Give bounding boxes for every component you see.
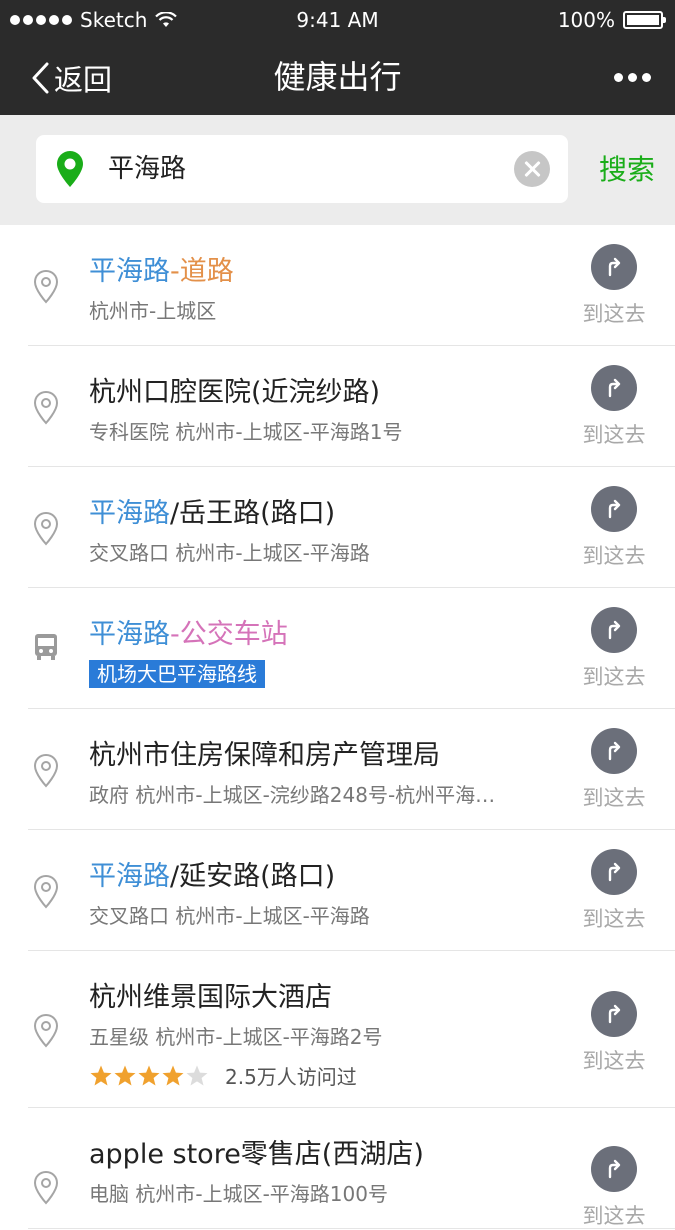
navigate-button[interactable]: 到这去	[581, 1146, 647, 1230]
turn-right-icon	[591, 486, 637, 532]
turn-right-icon	[591, 607, 637, 653]
turn-right-icon	[591, 728, 637, 774]
item-subtitle: 专科医院 杭州市-上城区-平海路1号	[89, 420, 403, 444]
item-title: 平海路/岳王路(路口)	[89, 491, 335, 530]
list-item[interactable]: 杭州口腔医院(近浣纱路) 专科医院 杭州市-上城区-平海路1号 到这去	[28, 346, 675, 467]
more-button[interactable]	[614, 40, 651, 115]
item-title: 平海路-公交车站	[89, 612, 288, 651]
navigate-button[interactable]: 到这去	[581, 991, 647, 1075]
navigate-button[interactable]: 到这去	[581, 607, 647, 691]
more-dot	[614, 73, 623, 82]
list-item[interactable]: 平海路-道路 杭州市-上城区 到这去	[28, 225, 675, 346]
search-area: 平海路 搜索	[0, 115, 675, 225]
list-item[interactable]: 平海路/岳王路(路口) 交叉路口 杭州市-上城区-平海路 到这去	[28, 467, 675, 588]
item-title-rest: -道路	[170, 256, 234, 287]
item-subtitle: 交叉路口 杭州市-上城区-平海路	[89, 541, 370, 565]
navigate-button[interactable]: 到这去	[581, 728, 647, 812]
list-item[interactable]: 杭州市住房保障和房产管理局 政府 杭州市-上城区-浣纱路248号-杭州平海… 到…	[28, 709, 675, 830]
item-title-highlight: 平海路	[89, 256, 170, 287]
bus-icon	[35, 634, 57, 660]
location-pin-icon	[57, 151, 83, 187]
item-title: 平海路/延安路(路口)	[89, 854, 335, 893]
page-title: 健康出行	[273, 58, 402, 96]
item-title: 杭州口腔医院(近浣纱路)	[89, 377, 381, 408]
item-subtitle: 杭州市-上城区	[89, 299, 217, 323]
map-pin-icon	[33, 1013, 59, 1048]
list-item[interactable]: 杭州维景国际大酒店 五星级 杭州市-上城区-平海路2号 2.5万人访问过 到这去	[28, 951, 675, 1108]
item-title-highlight: 平海路	[89, 861, 170, 892]
item-title: 平海路-道路	[89, 249, 234, 288]
turn-right-icon	[591, 1146, 637, 1192]
item-title: 杭州市住房保障和房产管理局	[89, 740, 440, 771]
navigate-label: 到这去	[582, 665, 646, 689]
result-list: 平海路-道路 杭州市-上城区 到这去 杭州口腔医院(近浣纱路) 专科医院 杭州市…	[0, 225, 675, 1229]
map-pin-icon	[33, 874, 59, 909]
list-item[interactable]: 平海路-公交车站 机场大巴平海路线 到这去	[28, 588, 675, 709]
battery-percent: 100%	[557, 8, 615, 32]
clear-icon[interactable]	[514, 151, 550, 187]
list-item[interactable]: 平海路/延安路(路口) 交叉路口 杭州市-上城区-平海路 到这去	[28, 830, 675, 951]
turn-right-icon	[591, 365, 637, 411]
battery-icon	[623, 11, 666, 29]
navigate-label: 到这去	[582, 544, 646, 568]
map-pin-icon	[33, 1170, 59, 1205]
item-title-rest: /延安路(路口)	[170, 861, 336, 892]
turn-right-icon	[591, 244, 637, 290]
item-subtitle: 五星级 杭州市-上城区-平海路2号	[89, 1025, 383, 1049]
search-input[interactable]: 平海路	[108, 135, 186, 203]
status-bar: Sketch 9:41 AM 100%	[0, 0, 675, 40]
map-pin-icon	[33, 511, 59, 546]
navigate-label: 到这去	[582, 423, 646, 447]
map-pin-icon	[33, 753, 59, 788]
navigate-label: 到这去	[582, 1204, 646, 1228]
item-subtitle: 交叉路口 杭州市-上城区-平海路	[89, 904, 370, 928]
search-box[interactable]: 平海路	[36, 135, 568, 203]
item-title: apple store零售店(西湖店)	[89, 1139, 424, 1170]
item-title-highlight: 平海路	[89, 619, 170, 650]
status-right: 100%	[557, 8, 666, 32]
item-title-highlight: 平海路	[89, 498, 170, 529]
item-title-rest: /岳王路(路口)	[170, 498, 336, 529]
item-subtitle: 政府 杭州市-上城区-浣纱路248号-杭州平海…	[89, 783, 496, 807]
more-dot	[628, 73, 637, 82]
navigate-button[interactable]: 到这去	[581, 486, 647, 570]
navigate-label: 到这去	[582, 302, 646, 326]
nav-bar: 返回 健康出行	[0, 40, 675, 115]
map-pin-icon	[33, 390, 59, 425]
turn-right-icon	[591, 991, 637, 1037]
bus-line-tag[interactable]: 机场大巴平海路线	[89, 660, 265, 688]
navigate-label: 到这去	[582, 907, 646, 931]
navigate-button[interactable]: 到这去	[581, 849, 647, 933]
navigate-label: 到这去	[582, 1049, 646, 1073]
navigate-button[interactable]: 到这去	[581, 244, 647, 328]
navigate-button[interactable]: 到这去	[581, 365, 647, 449]
more-dot	[642, 73, 651, 82]
item-title: 杭州维景国际大酒店	[89, 982, 332, 1013]
item-subtitle: 机场大巴平海路线	[89, 660, 265, 688]
star-rating-icon	[90, 1065, 208, 1085]
item-subtitle: 电脑 杭州市-上城区-平海路100号	[89, 1182, 388, 1206]
turn-right-icon	[591, 849, 637, 895]
item-title-rest: -公交车站	[170, 619, 288, 650]
search-button[interactable]: 搜索	[599, 115, 655, 225]
navigate-label: 到这去	[582, 786, 646, 810]
map-pin-icon	[33, 269, 59, 304]
rating: 2.5万人访问过	[89, 1061, 357, 1090]
visit-count: 2.5万人访问过	[225, 1065, 357, 1089]
list-item[interactable]: apple store零售店(西湖店) 电脑 杭州市-上城区-平海路100号 到…	[28, 1108, 675, 1229]
